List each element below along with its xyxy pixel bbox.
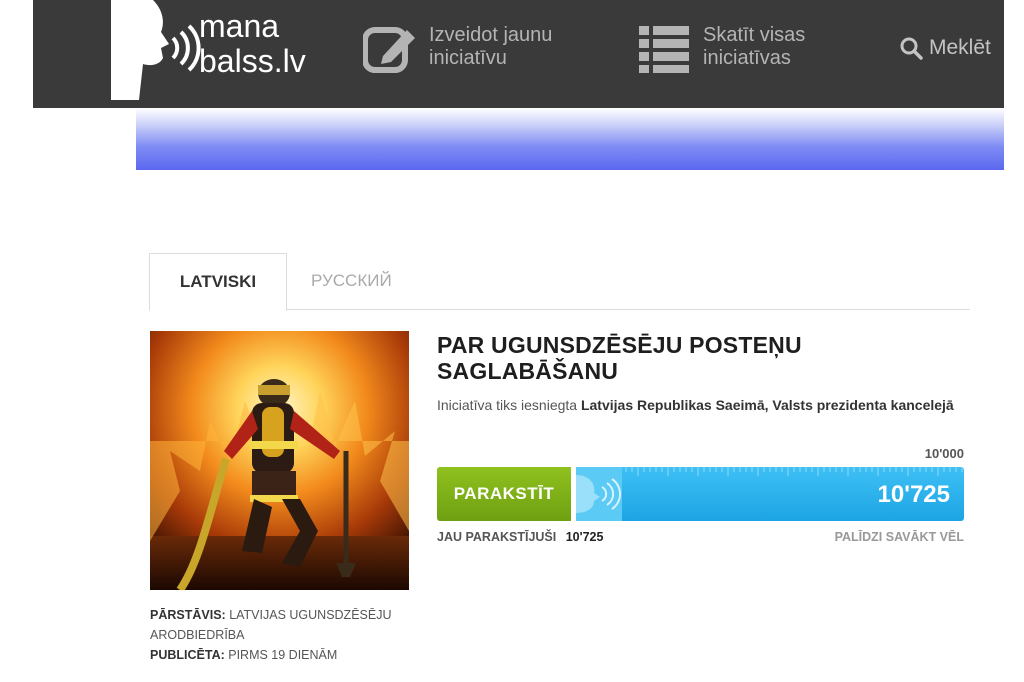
nav-list-line-1: Skatīt visas xyxy=(703,24,806,46)
speaking-head-icon xyxy=(111,0,201,100)
nav-create-line-1: Izveidot jaunu xyxy=(429,24,553,46)
representative-label: PĀRSTĀVIS: xyxy=(150,608,226,622)
firefighter-illustration xyxy=(150,331,409,590)
help-collect-link[interactable]: PALĪDZI SAVĀKT VĒL xyxy=(835,530,964,544)
edit-icon xyxy=(363,27,415,73)
search-label: Meklēt xyxy=(929,36,991,59)
search-icon xyxy=(900,37,923,60)
nav-search[interactable]: Meklēt xyxy=(899,36,991,60)
initiative-title: PAR UGUNSDZĒSĒJU POSTEŅU SAGLABĀŠANU xyxy=(437,332,957,384)
initiative-recipient: Iniciatīva tiks iesniegta Latvijas Repub… xyxy=(437,392,967,418)
logo-wordmark: mana balss.lv xyxy=(199,10,306,80)
nav-list-line-2: iniciatīvas xyxy=(703,47,791,69)
initiative-meta: PĀRSTĀVIS: LATVIJAS UGUNSDZĒSĒJU ARODBIE… xyxy=(150,605,420,665)
published: PUBLICĒTA: PIRMS 19 DIENĀM xyxy=(150,645,420,665)
representative: PĀRSTĀVIS: LATVIJAS UGUNSDZĒSĒJU ARODBIE… xyxy=(150,605,420,645)
signature-count: 10'725 xyxy=(877,481,950,508)
recipient-institutions: Latvijas Republikas Saeimā, Valsts prezi… xyxy=(580,397,954,413)
logo-line-2: balss.lv xyxy=(199,43,306,79)
published-label: PUBLICĒTA: xyxy=(150,648,225,662)
initiative-title-line-1: PAR UGUNSDZĒSĒJU POSTEŅU xyxy=(437,332,802,358)
signature-progress-bar: 10'725 xyxy=(576,467,964,521)
recipient-prefix: Iniciatīva tiks iesniegta xyxy=(437,397,578,413)
already-signed: JAU PARAKSTĪJUŠI 10'725 xyxy=(437,530,603,544)
initiative-image xyxy=(150,331,409,590)
tab-latviski[interactable]: LATVISKI xyxy=(149,253,287,311)
site-logo[interactable]: mana balss.lv xyxy=(111,0,331,100)
signature-goal: 10'000 xyxy=(924,446,964,461)
nav-create-line-2: iniciatīvu xyxy=(429,47,507,69)
initiative-title-line-2: SAGLABĀŠANU xyxy=(437,358,619,384)
nav-view-all-initiatives[interactable]: Skatīt visas iniciatīvas xyxy=(637,22,805,74)
sign-button[interactable]: PARAKSTĪT xyxy=(437,467,571,521)
logo-line-1: mana xyxy=(199,8,280,44)
tab-russian[interactable]: РУССКИЙ xyxy=(311,253,392,309)
already-signed-count: 10'725 xyxy=(565,530,604,544)
published-value: PIRMS 19 DIENĀM xyxy=(228,648,338,662)
nav-create-initiative[interactable]: Izveidot jaunu iniciatīvu xyxy=(363,22,552,74)
language-tabs: LATVISKI РУССКИЙ xyxy=(149,253,970,311)
already-signed-label: JAU PARAKSTĪJUŠI xyxy=(437,530,557,544)
list-icon xyxy=(639,26,689,73)
top-navigation-bar: mana balss.lv Izveidot jaunu iniciatīvu … xyxy=(33,0,1004,108)
header-banner xyxy=(136,108,1004,170)
